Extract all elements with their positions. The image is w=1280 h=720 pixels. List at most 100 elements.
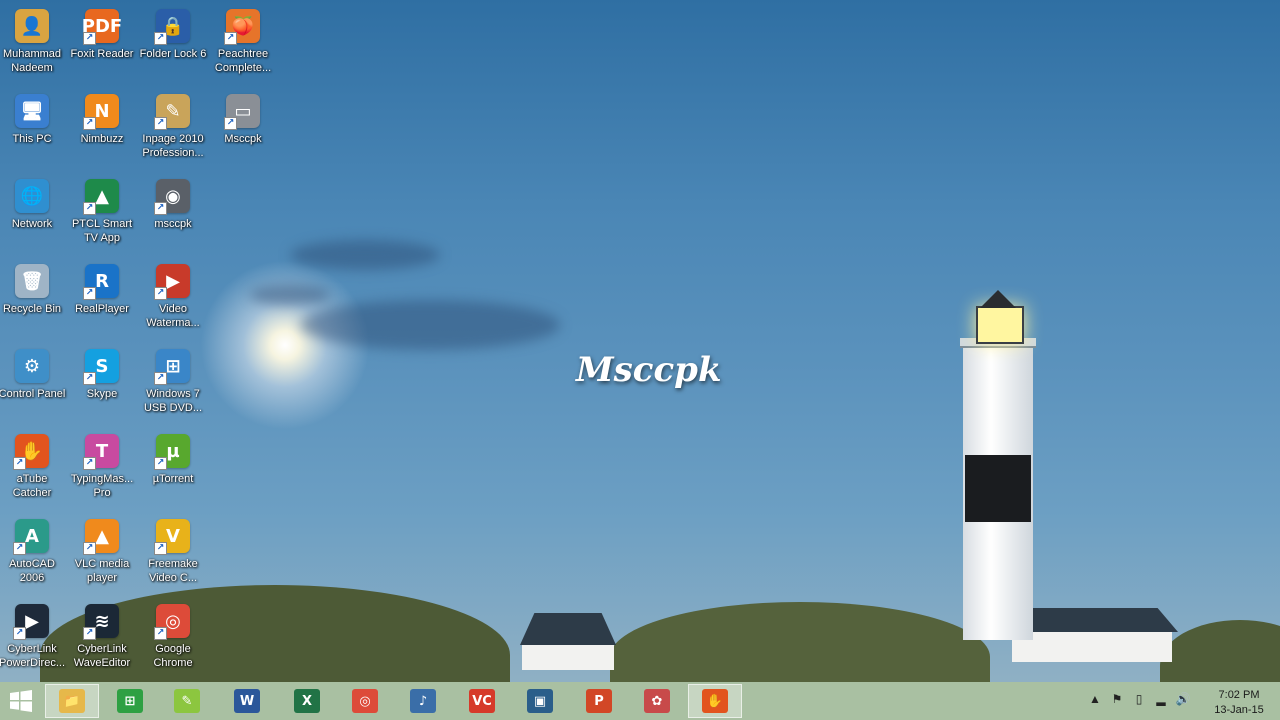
desktop-icon[interactable]: 👤 Muhammad Nadeem [0,3,67,87]
taskbar-button-excel[interactable]: X [280,684,334,718]
dune-right [1160,620,1280,682]
desktop-icon-label: RealPlayer [75,303,129,315]
desktop-icon[interactable]: ▶ ↗ Video Waterma... [138,258,208,342]
desktop-icon-label: VLC media player [74,558,130,584]
taskbar-button-powerpoint[interactable]: P [572,684,626,718]
clock-date: 13-Jan-15 [1214,704,1264,716]
desktop-icon[interactable]: ≋ ↗ CyberLink WaveEditor [67,598,137,682]
shortcut-arrow-icon: ↗ [154,627,167,640]
taskbar-button-notepad-plus[interactable]: ✎ [160,684,214,718]
shortcut-arrow-icon: ↗ [154,32,167,45]
taskbar-button-vc-app[interactable]: VC [455,684,509,718]
desktop-icon-label: Control Panel [0,388,66,400]
desktop-icon[interactable]: A ↗ AutoCAD 2006 [0,513,67,597]
webcam-icon: ◉ ↗ [154,179,190,215]
desktop-icon[interactable]: N ↗ Nimbuzz [67,88,137,172]
paint-icon: ✿ [644,689,670,713]
taskbar-button-paint-app[interactable]: ✿ [630,684,684,718]
desktop-icon[interactable]: ⊞ ↗ Windows 7 USB DVD... [138,343,208,427]
powerdirector-icon: ▶ ↗ [13,604,49,640]
desktop-icon[interactable]: ◉ ↗ msccpk [138,173,208,257]
desktop-icon-label: Video Waterma... [146,303,200,329]
desktop-icon[interactable]: S ↗ Skype [67,343,137,427]
shortcut-arrow-icon: ↗ [83,287,96,300]
desktop-icon[interactable]: R ↗ RealPlayer [67,258,137,342]
shortcut-arrow-icon: ↗ [83,117,96,130]
house-left-wall [522,645,614,670]
show-hidden-icons-icon[interactable]: ▲ [1088,692,1102,706]
signal-icon[interactable]: ▂ [1154,692,1168,706]
shortcut-arrow-icon: ↗ [83,32,96,45]
desktop-icon[interactable]: V ↗ Freemake Video C... [138,513,208,597]
shortcut-arrow-icon: ↗ [154,117,167,130]
desktop-icon[interactable]: 🔒 ↗ Folder Lock 6 [138,3,208,87]
taskbar-button-store[interactable]: ⊞ [103,684,157,718]
video-watermark-icon: ▶ ↗ [154,264,190,300]
desktop-icon[interactable]: ▶ ↗ CyberLink PowerDirec... [0,598,67,682]
desktop-icon-label: Muhammad Nadeem [2,48,62,74]
desktop-icon[interactable]: 🗑 Recycle Bin [0,258,67,342]
desktop-icon-label: Foxit Reader [70,48,134,60]
notepad-icon: ✎ [174,689,200,713]
desktop-icon-label: TypingMas... Pro [70,473,134,499]
control-panel-icon: ⚙ [15,349,49,383]
shortcut-arrow-icon: ↗ [224,117,237,130]
desktop-icon-label: CyberLink PowerDirec... [0,643,66,669]
dune-center [610,602,990,682]
atube-catcher-icon: ✋ ↗ [13,434,49,470]
flag-icon[interactable]: ⚑ [1110,692,1124,706]
desktop-icon[interactable]: ◎ ↗ Google Chrome [138,598,208,682]
start-button[interactable] [4,687,38,715]
shortcut-arrow-icon: ↗ [13,457,26,470]
word-icon: W [234,689,260,713]
vlc-icon: ▲ ↗ [83,519,119,555]
volume-icon[interactable]: 🔊 [1176,692,1191,706]
desktop-icon-label: Nimbuzz [80,133,124,145]
desktop-icon[interactable]: ▭ ↗ Msccpk [208,88,278,172]
taskbar-button-atube-catcher[interactable]: ✋ [688,684,742,718]
waveeditor-icon: ≋ ↗ [83,604,119,640]
desktop-icon[interactable]: ⚙ Control Panel [0,343,67,427]
lighthouse-cap [980,290,1016,308]
desktop-icon-label: Windows 7 USB DVD... [143,388,203,414]
power-icon[interactable]: ▯ [1132,692,1146,706]
desktop-icon-label: Peachtree Complete... [214,48,272,74]
desktop-icon[interactable]: µ ↗ µTorrent [138,428,208,512]
desktop-icon-label: Freemake Video C... [148,558,198,584]
peachtree-icon: 🍑 ↗ [224,9,260,45]
taskbar-button-screen-recorder[interactable]: ▣ [513,684,567,718]
desktop-icon[interactable]: 🍑 ↗ Peachtree Complete... [208,3,278,87]
desktop-icon[interactable]: ✋ ↗ aTube Catcher [0,428,67,512]
realplayer-icon: R ↗ [83,264,119,300]
taskbar-button-word[interactable]: W [220,684,274,718]
taskbar-button-file-explorer[interactable]: 📁 [45,684,99,718]
excel-icon: X [294,689,320,713]
clock-time: 7:02 PM [1218,689,1260,701]
ptcl-tv-icon: ▲ ↗ [83,179,119,215]
desktop-icon[interactable]: 🌐 Network [0,173,67,257]
typingmaster-icon: T ↗ [83,434,119,470]
desktop-icon[interactable]: 🖥 This PC [0,88,67,172]
utorrent-icon: µ ↗ [154,434,190,470]
taskbar-button-media-app[interactable]: ♪ [396,684,450,718]
desktop-icon[interactable]: ▲ ↗ VLC media player [67,513,137,597]
desktop-icon-label: PTCL Smart TV App [71,218,133,244]
desktop-icon[interactable]: ✎ ↗ Inpage 2010 Profession... [138,88,208,172]
desktop[interactable]: Msccpk 👤 Muhammad Nadeem PDF ↗ Foxit Reader 🔒… [0,0,1280,682]
taskbar-button-chrome[interactable]: ◎ [338,684,392,718]
lighthouse-lamp [976,306,1024,344]
house-right-roof [1008,608,1178,632]
desktop-icon[interactable]: ▲ ↗ PTCL Smart TV App [67,173,137,257]
cloud [250,285,330,305]
desktop-icon-label: aTube Catcher [12,473,52,499]
desktop-icon[interactable]: T ↗ TypingMas... Pro [67,428,137,512]
folder-lock-icon: 🔒 ↗ [154,9,190,45]
powerpoint-icon: P [586,689,612,713]
shortcut-arrow-icon: ↗ [83,457,96,470]
freemake-icon: V ↗ [154,519,190,555]
shortcut-arrow-icon: ↗ [154,457,167,470]
system-tray: ▲ ⚑ ▯ ▂ 🔊 [1088,692,1190,706]
inpage-icon: ✎ ↗ [154,94,190,130]
desktop-icon[interactable]: PDF ↗ Foxit Reader [67,3,137,87]
taskbar-clock[interactable]: 7:02 PM 13-Jan-15 [1206,688,1272,718]
